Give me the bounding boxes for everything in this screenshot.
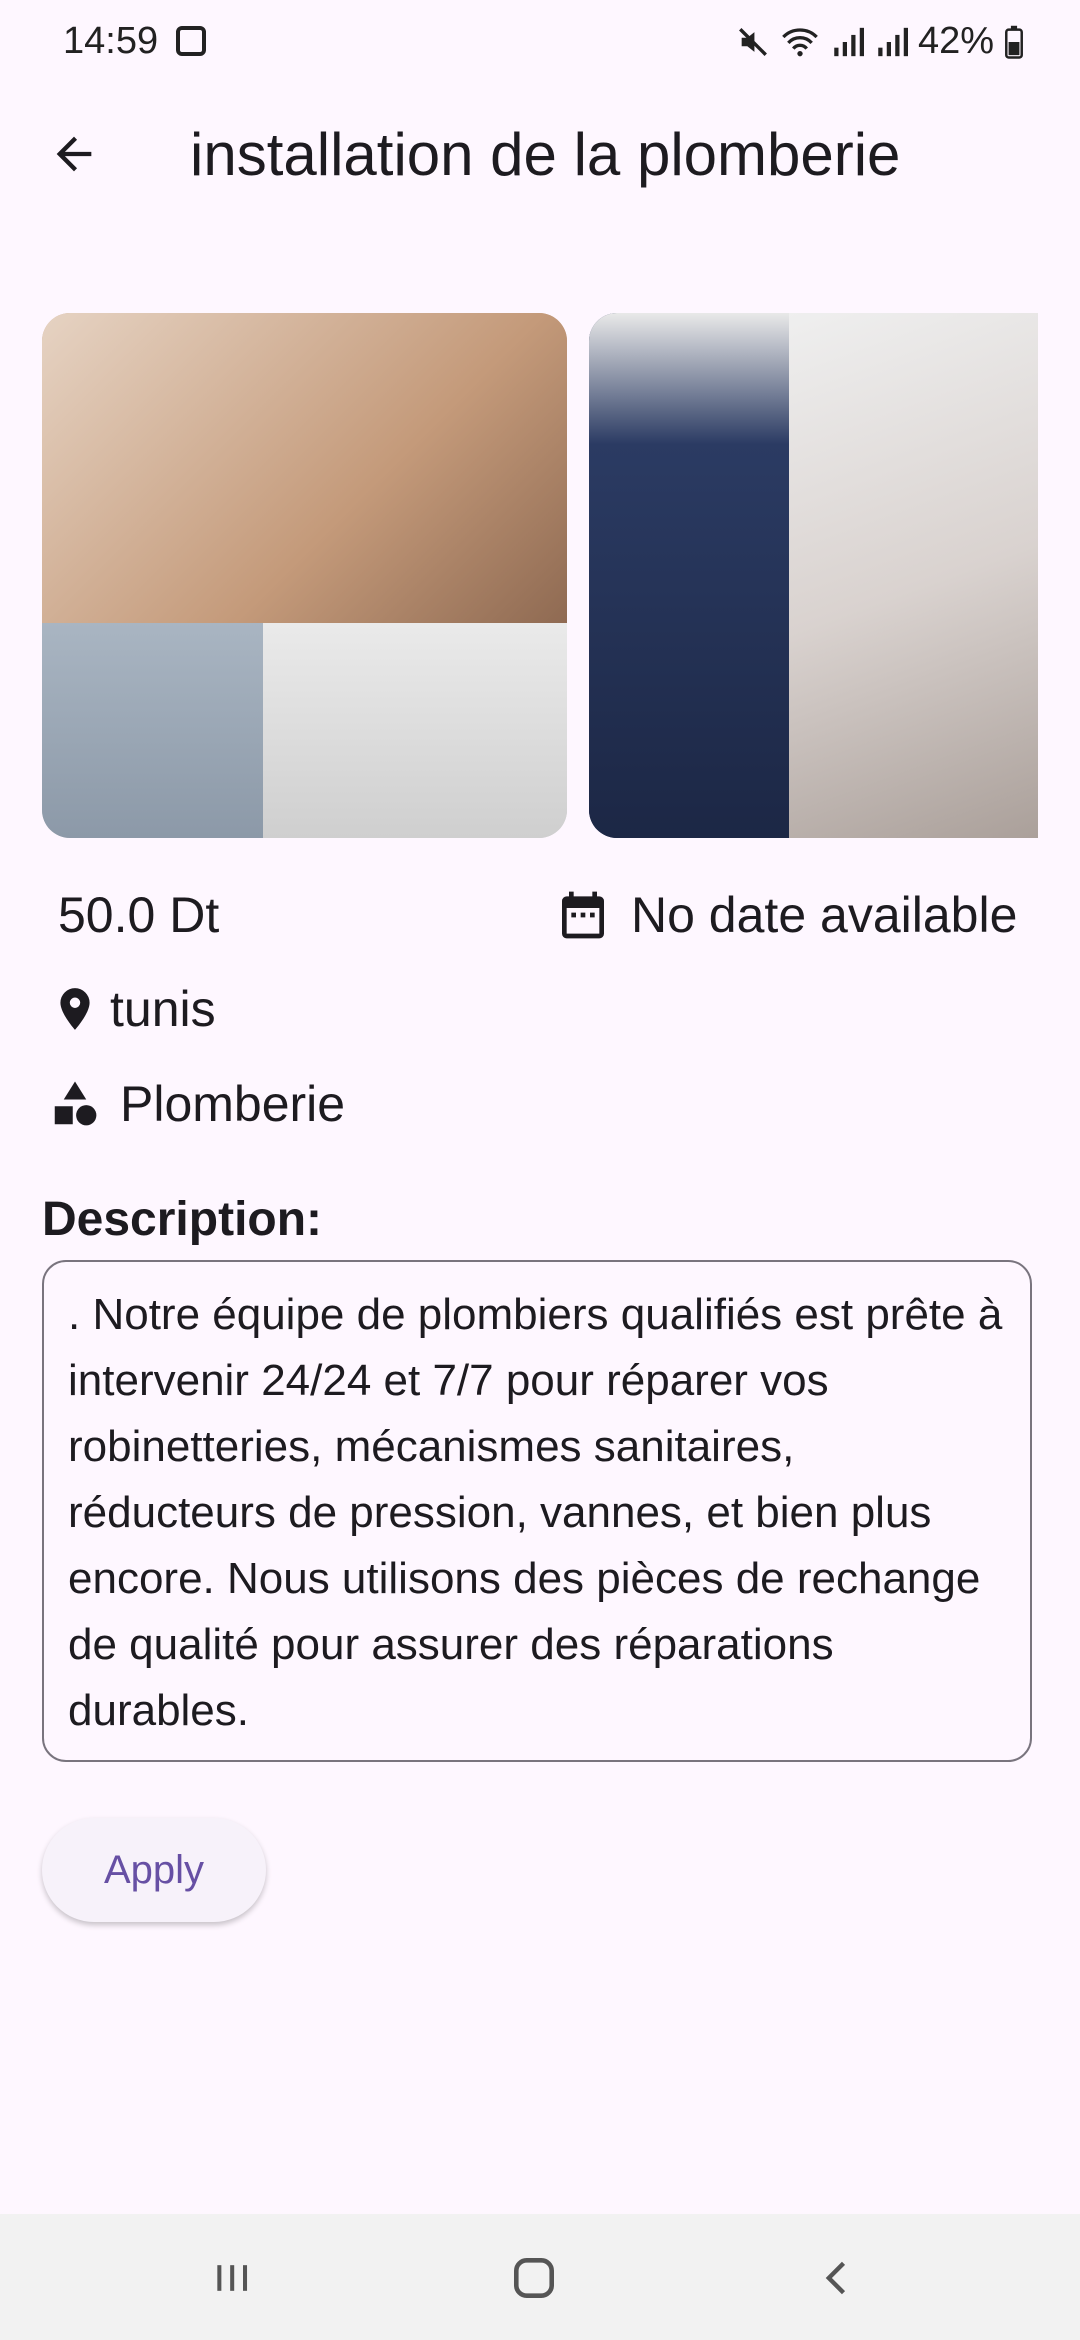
calendar-icon (562, 891, 604, 939)
screen-record-icon (176, 26, 206, 56)
mute-icon (738, 27, 767, 56)
location-pin-icon (60, 988, 90, 1030)
category-text: Plomberie (120, 1076, 346, 1132)
home-button[interactable] (504, 2248, 564, 2308)
image-carousel[interactable] (42, 313, 1038, 838)
battery-percent: 42% (917, 20, 994, 62)
nav-back-icon (825, 2261, 846, 2295)
home-icon (514, 2258, 554, 2298)
description-label: Description: (42, 1193, 323, 1246)
location-row: tunis (50, 980, 216, 1038)
date-row: No date available (555, 886, 1017, 944)
description-box: . Notre équipe de plombiers qualifiés es… (42, 1260, 1032, 1762)
category-row: Plomberie (48, 1075, 345, 1133)
page-title: installation de la plomberie (190, 121, 901, 188)
signal-icon (834, 27, 864, 56)
recents-icon (217, 2265, 248, 2291)
back-button[interactable] (38, 118, 110, 190)
system-nav-bar (0, 2214, 1080, 2340)
battery-icon (1005, 25, 1023, 59)
date-text: No date available (631, 887, 1018, 943)
status-icons: 42% (736, 20, 1024, 63)
signal-icon (878, 27, 908, 56)
service-photo[interactable] (589, 313, 1038, 838)
service-photo[interactable] (42, 313, 567, 838)
price: 50.0 Dt (58, 887, 220, 943)
apply-button[interactable]: Apply (42, 1818, 266, 1922)
location-text: tunis (110, 981, 216, 1037)
nav-back-button[interactable] (808, 2248, 868, 2308)
recents-button[interactable] (202, 2248, 262, 2308)
status-time: 14:59 (63, 20, 159, 62)
arrow-back-icon (56, 136, 92, 172)
wifi-icon (782, 27, 818, 56)
category-icon (54, 1081, 97, 1126)
